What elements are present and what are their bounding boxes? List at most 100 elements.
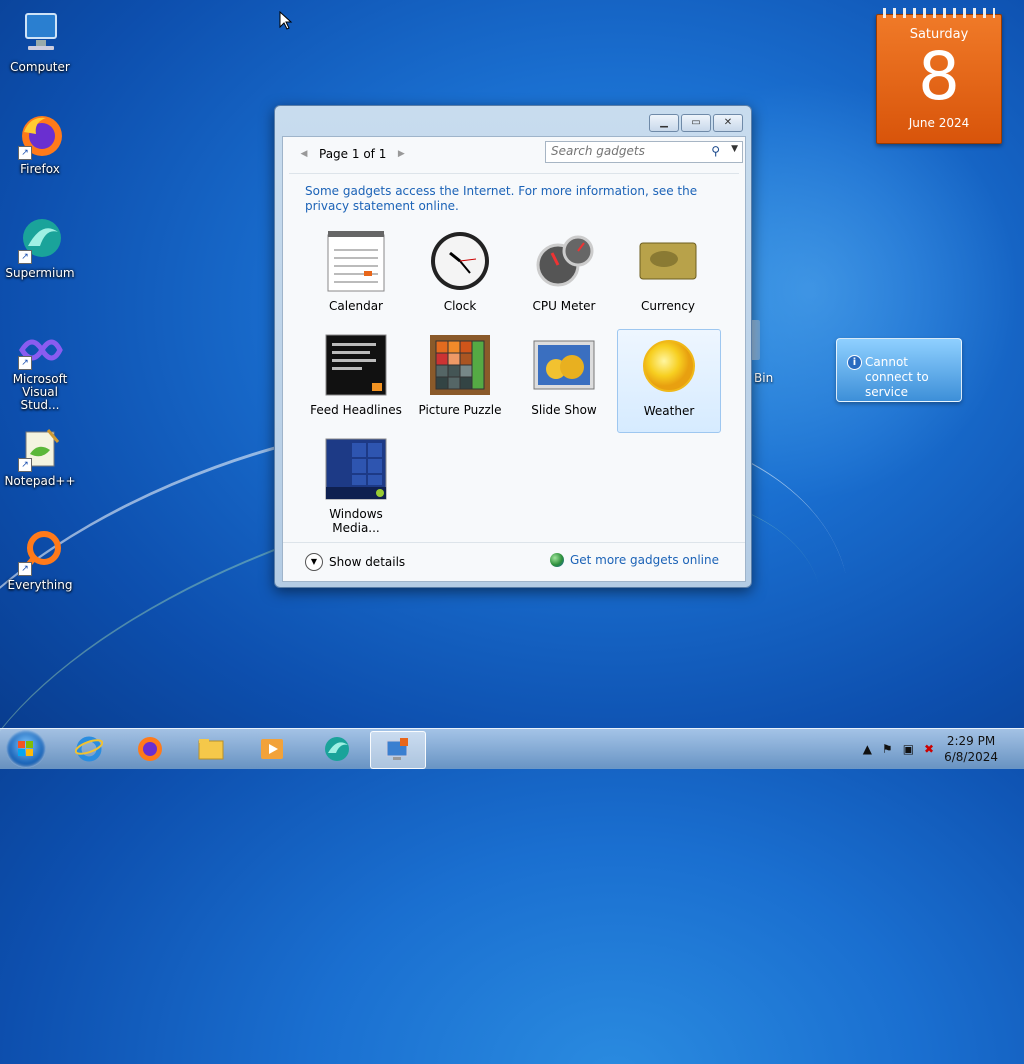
slide-show-gadget-icon [532,333,596,397]
gallery-pane: ◀ Page 1 of 1 ▶ ⚲ ▼ Some gadgets access … [282,136,746,582]
shortcut-arrow-icon: ↗ [18,250,32,264]
gadget-tile-currency[interactable]: Currency [617,225,719,327]
visual-studio-icon: ↗ [16,330,64,370]
chevron-down-icon: ▼ [305,553,323,571]
shortcut-arrow-icon: ↗ [18,562,32,576]
desktop-icon-label: Computer [10,60,70,74]
sun-icon [637,334,701,398]
notepad-plus-plus-icon: ↗ [16,424,64,472]
feed-headlines-gadget-icon [324,333,388,397]
desktop-icon-firefox[interactable]: ↗ Firefox [2,112,78,176]
gadget-label: Calendar [329,299,383,313]
info-icon: i [847,355,862,370]
taskbar: ▲ ⚑ ▣ ✖ 2:29 PM 6/8/2024 [0,728,1024,769]
divider [289,173,739,174]
search-box: ⚲ ▼ [545,141,743,163]
desktop-icon-visual-studio[interactable]: ↗ Microsoft Visual Stud... [2,330,78,412]
privacy-notice-link[interactable]: Some gadgets access the Internet. For mo… [305,184,725,214]
prev-page-button[interactable]: ◀ [297,147,311,161]
recycle-bin-label: Bin [754,371,774,385]
gadget-label: Picture Puzzle [418,403,502,417]
next-page-button[interactable]: ▶ [394,147,408,161]
taskbar-supermium[interactable] [310,731,364,767]
gadget-tile-cpu-meter[interactable]: CPU Meter [513,225,615,327]
desktop-icon-supermium[interactable]: ↗ Supermium [2,216,78,280]
taskbar-gadgets[interactable] [370,731,426,769]
shortcut-arrow-icon: ↗ [18,356,32,370]
get-more-gadgets-label: Get more gadgets online [569,553,719,567]
calendar-gadget-icon [324,229,388,293]
show-hidden-icons-button[interactable]: ▲ [863,742,872,756]
mouse-cursor-icon [279,11,293,30]
search-input[interactable] [546,142,701,160]
desktop-icon-label: Firefox [20,162,60,176]
shortcut-arrow-icon: ↗ [18,146,32,160]
gadget-tile-slide-show[interactable]: Slide Show [513,329,615,431]
close-button[interactable]: ✕ [713,114,743,132]
gadget-label: Weather [643,404,695,418]
show-details-button[interactable]: ▼ Show details [305,553,405,571]
gadget-tile-calendar[interactable]: Calendar [305,225,407,327]
clock-gadget-icon [428,229,492,293]
taskbar-firefox[interactable] [123,731,177,767]
gadget-tile-windows-media[interactable]: Windows Media... [305,433,407,535]
system-tray: ▲ ⚑ ▣ ✖ 2:29 PM 6/8/2024 [863,729,1024,769]
maximize-button[interactable]: ▭ [681,114,711,132]
desktop-icon-notepad-plus-plus[interactable]: ↗ Notepad++ [2,424,78,488]
clock-date: 6/8/2024 [944,750,998,764]
gadget-gallery-window: ▁ ▭ ✕ ◀ Page 1 of 1 ▶ ⚲ ▼ Some gadgets a… [274,105,752,588]
firefox-icon [138,737,162,761]
taskbar-media-player[interactable] [245,731,299,767]
firefox-icon: ↗ [16,112,64,160]
action-center-flag-icon[interactable]: ⚑ [882,742,893,756]
file-explorer-icon [198,739,224,760]
gadget-label: Clock [443,299,477,313]
desktop-icon-label: Notepad++ [4,474,76,488]
desktop-icon-computer[interactable]: Computer [2,10,78,74]
globe-icon [549,553,564,567]
gadget-label: Currency [640,299,696,313]
start-button[interactable] [6,730,46,768]
window-controls: ▁ ▭ ✕ [649,114,743,132]
gadgets-icon [386,738,408,760]
weather-gadget[interactable]: i Cannot connect to service [836,338,962,402]
desktop-icon-label: Everything [7,578,73,592]
calendar-day-number: 8 [918,38,960,115]
network-icon[interactable]: ▣ [903,742,914,756]
page-label: Page 1 of 1 [319,147,387,161]
gadget-label: Feed Headlines [310,403,402,417]
desktop-icon-everything[interactable]: ↗ Everything [2,528,78,592]
gadget-tile-feed-headlines[interactable]: Feed Headlines [305,329,407,431]
pager: ◀ Page 1 of 1 ▶ [297,145,408,163]
get-more-gadgets-link[interactable]: Get more gadgets online [549,553,719,567]
desktop-icon-label: Microsoft Visual Stud... [12,372,68,412]
gadget-tile-weather[interactable]: Weather [617,329,721,433]
show-details-label: Show details [329,555,406,569]
volume-muted-icon[interactable]: ✖ [924,742,934,756]
internet-explorer-icon [75,736,103,762]
picture-puzzle-gadget-icon [428,333,492,397]
taskbar-file-explorer[interactable] [184,731,238,767]
calendar-month-year: June 2024 [908,116,970,130]
desktop-icon-label: Supermium [5,266,75,280]
gadget-label: CPU Meter [532,299,596,313]
everything-search-icon: ↗ [16,528,64,576]
search-icon[interactable]: ⚲ [711,144,720,158]
taskbar-internet-explorer[interactable] [62,731,116,767]
windows-logo-icon [18,741,33,756]
gadget-label: Windows Media... [329,507,383,535]
calendar-gadget[interactable]: Saturday 8 June 2024 [876,8,1002,144]
cpu-meter-gadget-icon [532,229,596,293]
shortcut-arrow-icon: ↗ [18,458,32,472]
supermium-icon [325,737,349,761]
supermium-icon: ↗ [16,216,64,264]
taskbar-clock[interactable]: 2:29 PM 6/8/2024 [944,733,998,765]
gadget-tile-picture-puzzle[interactable]: Picture Puzzle [409,329,511,431]
calendar-rings [883,8,995,18]
chevron-down-icon[interactable]: ▼ [731,144,738,154]
weather-error-message: Cannot connect to service [865,355,929,399]
media-player-icon [261,739,283,759]
minimize-button[interactable]: ▁ [649,114,679,132]
gadget-tile-clock[interactable]: Clock [409,225,511,327]
currency-gadget-icon [636,229,700,293]
